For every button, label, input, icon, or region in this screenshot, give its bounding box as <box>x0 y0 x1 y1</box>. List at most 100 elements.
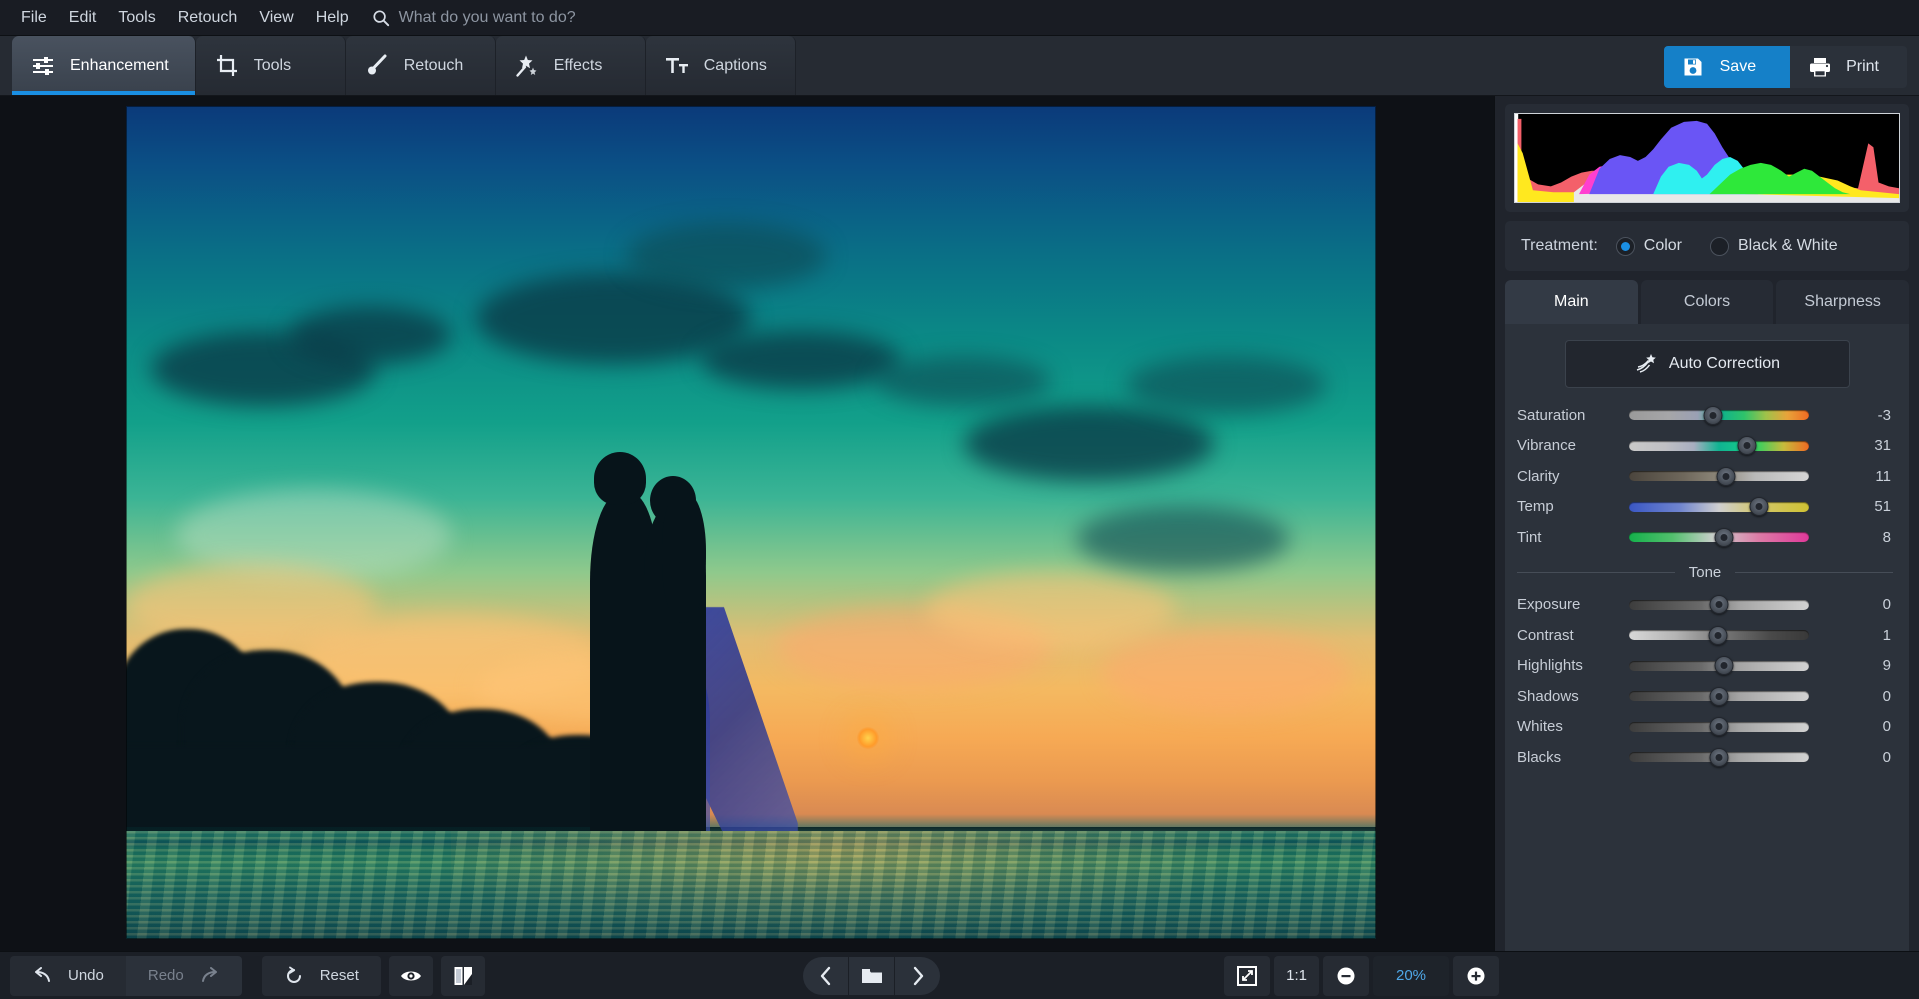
reset-circle-icon <box>284 966 304 986</box>
slider-whites[interactable] <box>1629 714 1809 740</box>
menu-item-retouch[interactable]: Retouch <box>167 5 249 31</box>
cloud <box>626 222 826 290</box>
slider-value: 11 <box>1875 467 1891 485</box>
subtab-colors[interactable]: Colors <box>1640 280 1774 324</box>
slider-blacks[interactable] <box>1629 744 1809 770</box>
sliders-icon <box>30 53 56 79</box>
menu-item-tools[interactable]: Tools <box>107 5 166 31</box>
fit-to-screen-icon <box>1236 965 1258 987</box>
save-button[interactable]: Save <box>1663 46 1791 88</box>
treatment-label: Treatment: <box>1521 237 1598 254</box>
search-input[interactable]: What do you want to do? <box>399 9 576 27</box>
slider-value: 0 <box>1882 687 1891 705</box>
zoom-level-display[interactable]: 20% <box>1373 955 1449 996</box>
treatment-option-bw[interactable]: Black & White <box>1710 236 1838 256</box>
treatment-option-color[interactable]: Color <box>1615 236 1682 256</box>
undo-arrow-icon <box>32 966 52 985</box>
undo-label: Undo <box>68 967 104 984</box>
slider-tint[interactable] <box>1629 524 1809 550</box>
slider-handle[interactable] <box>1709 686 1729 706</box>
slider-row-clarity: Clarity 11 <box>1505 461 1909 492</box>
slider-value: 0 <box>1882 718 1891 736</box>
slider-label: Saturation <box>1517 406 1586 424</box>
slider-vibrance[interactable] <box>1629 433 1809 459</box>
image-canvas-area[interactable] <box>0 96 1494 951</box>
slider-handle[interactable] <box>1714 656 1734 676</box>
previous-image-button[interactable] <box>803 957 848 995</box>
slider-label: Blacks <box>1517 748 1562 766</box>
slider-row-contrast: Contrast 1 <box>1505 620 1909 651</box>
tab-enhancement[interactable]: Enhancement <box>12 36 196 95</box>
slider-row-vibrance: Vibrance 31 <box>1505 431 1909 462</box>
next-image-button[interactable] <box>895 957 940 995</box>
slider-handle[interactable] <box>1737 436 1757 456</box>
redo-button[interactable]: Redo <box>125 955 242 996</box>
fit-to-screen-button[interactable] <box>1224 955 1271 996</box>
slider-exposure[interactable] <box>1629 592 1809 618</box>
slider-handle[interactable] <box>1749 497 1769 517</box>
print-button[interactable]: Print <box>1790 46 1907 88</box>
menu-item-edit[interactable]: Edit <box>58 5 108 31</box>
slider-handle[interactable] <box>1716 466 1736 486</box>
slider-temp[interactable] <box>1629 494 1809 520</box>
auto-correction-button[interactable]: Auto Correction <box>1564 340 1850 388</box>
slider-clarity[interactable] <box>1629 463 1809 489</box>
tab-tools[interactable]: Tools <box>195 36 346 95</box>
cloud <box>1101 630 1351 715</box>
slider-saturation[interactable] <box>1629 402 1809 428</box>
subtab-main[interactable]: Main <box>1505 280 1638 324</box>
slider-handle[interactable] <box>1714 527 1734 547</box>
actual-size-button[interactable]: 1:1 <box>1274 955 1319 996</box>
save-label: Save <box>1719 58 1757 75</box>
slider-track[interactable] <box>1629 501 1809 512</box>
tab-retouch[interactable]: Retouch <box>345 36 496 95</box>
slider-highlights[interactable] <box>1629 653 1809 679</box>
tab-bar: Enhancement Tools Retouch Effects Captio… <box>0 36 1919 96</box>
photo-preview[interactable] <box>126 106 1376 939</box>
zoom-in-button[interactable] <box>1453 955 1499 996</box>
slider-handle[interactable] <box>1709 747 1729 767</box>
search-box[interactable]: What do you want to do? <box>372 9 576 27</box>
adjustments-panel: Treatment: Color Black & White Main Colo… <box>1494 96 1919 968</box>
tab-effects[interactable]: Effects <box>495 36 646 95</box>
histogram-chart <box>1514 113 1900 203</box>
radio-bw-label: Black & White <box>1738 237 1838 254</box>
print-label: Print <box>1846 58 1879 75</box>
menu-bar: File Edit Tools Retouch View Help What d… <box>0 0 1919 36</box>
slider-value: 0 <box>1882 596 1891 614</box>
slider-row-shadows: Shadows 0 <box>1505 681 1909 712</box>
redo-arrow-icon <box>200 966 220 985</box>
reset-button[interactable]: Reset <box>261 955 381 996</box>
subtab-sharpness[interactable]: Sharpness <box>1776 280 1910 324</box>
histogram-panel <box>1505 104 1909 212</box>
workspace: Treatment: Color Black & White Main Colo… <box>0 96 1919 968</box>
slider-track[interactable] <box>1629 440 1809 451</box>
couple-silhouette <box>582 451 799 860</box>
zoom-out-button[interactable] <box>1323 955 1369 996</box>
slider-shadows[interactable] <box>1629 683 1809 709</box>
menu-item-file[interactable]: File <box>10 5 58 31</box>
preview-toggle-button[interactable] <box>388 955 433 996</box>
slider-handle[interactable] <box>1703 405 1723 425</box>
slider-label: Shadows <box>1517 687 1579 705</box>
menu-item-help[interactable]: Help <box>305 5 360 31</box>
menu-item-view[interactable]: View <box>248 5 304 31</box>
tab-captions[interactable]: Captions <box>645 36 796 95</box>
slider-handle[interactable] <box>1709 717 1729 737</box>
slider-handle[interactable] <box>1709 595 1729 615</box>
bottom-toolbar: Undo Redo Reset 1:1 20% <box>0 951 1919 999</box>
compare-button[interactable] <box>440 955 485 996</box>
slider-contrast[interactable] <box>1629 622 1809 648</box>
magic-star-icon <box>1634 353 1658 375</box>
radio-color[interactable] <box>1615 236 1635 256</box>
browse-folder-button[interactable] <box>849 957 894 995</box>
slider-value: 1 <box>1882 626 1891 644</box>
undo-redo-group: Undo Redo <box>10 955 242 996</box>
save-disk-icon <box>1682 56 1704 78</box>
undo-button[interactable]: Undo <box>10 955 126 996</box>
slider-value: 0 <box>1882 748 1891 766</box>
tab-label: Effects <box>553 56 603 74</box>
search-icon <box>372 9 390 27</box>
slider-handle[interactable] <box>1708 625 1728 645</box>
radio-black-and-white[interactable] <box>1710 236 1729 256</box>
